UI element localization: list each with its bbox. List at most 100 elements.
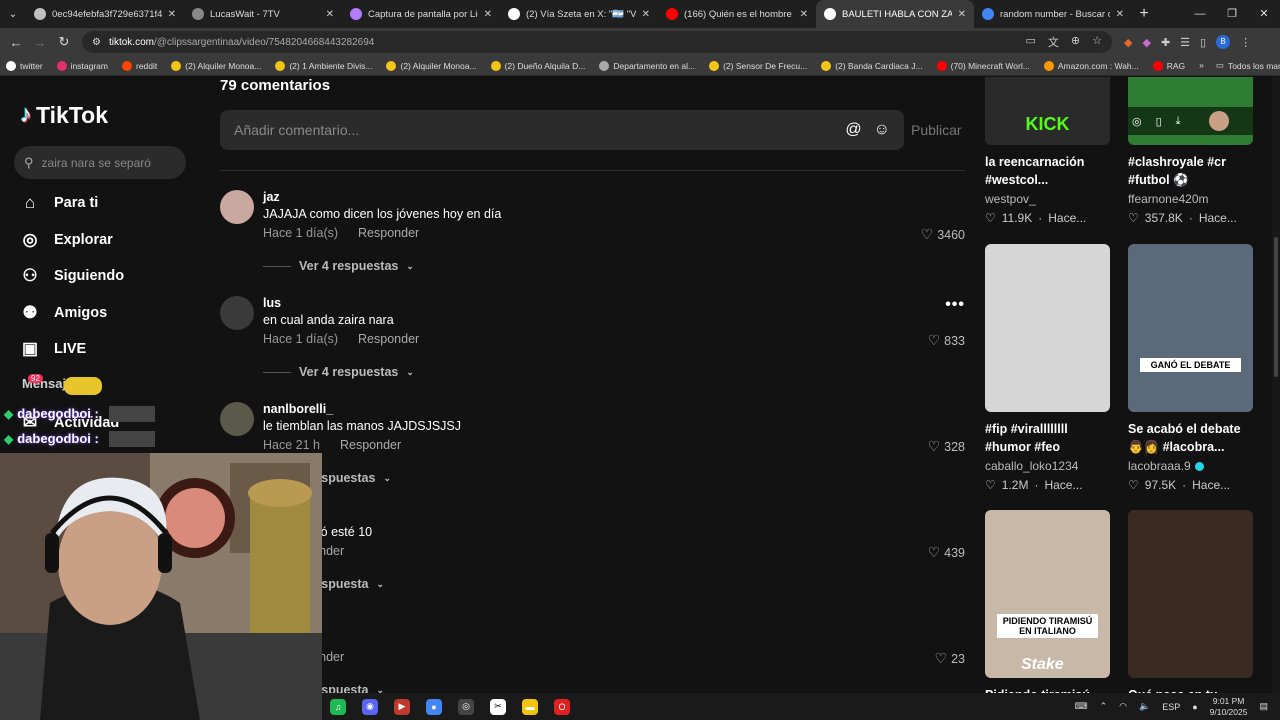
- taskbar-app[interactable]: ◉: [354, 693, 386, 720]
- video-title[interactable]: #clashroyale #cr #futbol ⚽: [1128, 153, 1253, 189]
- avatar[interactable]: [1208, 111, 1229, 131]
- taskbar-app[interactable]: ●: [418, 693, 450, 720]
- video-title[interactable]: #fip #virallllllll #humor #feo: [985, 420, 1110, 456]
- video-card[interactable]: GANÓ EL DEBATE Se acabó el debate 👨‍👩 #l…: [1128, 244, 1253, 492]
- video-card[interactable]: KICK la reencarnación #westcol... westpo…: [985, 77, 1110, 225]
- bookmark-star-icon[interactable]: ☆: [1092, 34, 1102, 50]
- mic-icon[interactable]: ●: [1192, 702, 1197, 712]
- close-tab-icon[interactable]: ✕: [168, 9, 176, 20]
- avatar[interactable]: [220, 402, 254, 436]
- site-info-icon[interactable]: ⚙: [92, 37, 101, 48]
- like-button[interactable]: ♡ 439: [928, 544, 965, 561]
- avatar[interactable]: [220, 190, 254, 224]
- tiktok-logo[interactable]: ♪ TikTok: [20, 101, 108, 129]
- like-button[interactable]: ♡ 833: [928, 332, 965, 349]
- bookmark-item[interactable]: instagram: [56, 60, 108, 71]
- video-thumbnail[interactable]: PIDIENDO TIRAMISÚ EN ITALIANO Stake: [985, 510, 1110, 678]
- comment-input[interactable]: Añadir comentario... @ ☺: [220, 110, 904, 150]
- browser-tab[interactable]: LucasWait - 7TV ✕: [184, 0, 342, 28]
- like-button[interactable]: ♡ 328: [928, 438, 965, 455]
- taskbar-app[interactable]: ✂: [482, 693, 514, 720]
- forward-button[interactable]: →: [28, 35, 52, 50]
- reload-button[interactable]: ↻: [52, 34, 76, 50]
- taskbar-app[interactable]: O: [546, 693, 578, 720]
- video-thumbnail[interactable]: KICK: [985, 77, 1110, 145]
- wifi-icon[interactable]: ◠: [1119, 701, 1127, 712]
- like-button[interactable]: ♡ 23: [935, 650, 965, 667]
- bookmark-item[interactable]: twitter: [6, 60, 43, 71]
- sidebar-item-home[interactable]: ⌂ Para ti: [20, 193, 98, 213]
- translate-icon[interactable]: 文: [1048, 34, 1059, 50]
- extension-color-icon[interactable]: ◆: [1142, 36, 1150, 49]
- sidebar-item-compass[interactable]: ◎ Explorar: [20, 230, 113, 250]
- language-indicator[interactable]: ESP: [1162, 702, 1180, 712]
- reply-button[interactable]: Responder: [358, 332, 419, 346]
- bookmark-item[interactable]: (2) Dueño Alquila D...: [490, 60, 585, 71]
- video-title[interactable]: Se acabó el debate 👨‍👩 #lacobra...: [1128, 420, 1253, 456]
- bookmarks-overflow-button[interactable]: »: [1199, 60, 1204, 71]
- cast-icon[interactable]: ▭: [1026, 34, 1036, 50]
- like-button[interactable]: ♡ 3460: [921, 226, 965, 243]
- video-card[interactable]: PIDIENDO TIRAMISÚ EN ITALIANO Stake Pidie…: [985, 510, 1110, 693]
- download-icon[interactable]: ⤓: [1176, 115, 1181, 128]
- search-input[interactable]: ⚲ zaira nara se separó: [14, 146, 186, 179]
- taskbar-clock[interactable]: 9:01 PM 9/10/2025: [1210, 696, 1248, 718]
- reading-list-icon[interactable]: ☰: [1180, 36, 1190, 49]
- close-window-button[interactable]: ✕: [1248, 0, 1280, 28]
- bookmark-item[interactable]: Amazon.com : Wah...: [1043, 60, 1139, 71]
- browser-tab[interactable]: BAULETI HABLA CON ZAIRA NARA ✕: [816, 0, 974, 28]
- close-tab-icon[interactable]: ✕: [642, 9, 650, 20]
- video-card[interactable]: Qué pasa en tu...: [1128, 510, 1253, 693]
- bookmark-item[interactable]: Departamento en al...: [599, 60, 695, 71]
- sidebar-item-following[interactable]: ⚇ Siguiendo: [20, 266, 124, 286]
- chrome-menu-icon[interactable]: ⋮: [1240, 36, 1251, 49]
- bookmark-item[interactable]: (2) Alquiler Monoa...: [171, 60, 261, 71]
- mention-icon[interactable]: @: [845, 121, 861, 139]
- video-author[interactable]: ffearnone420m: [1128, 192, 1209, 206]
- more-options-icon[interactable]: •••: [945, 296, 965, 314]
- close-tab-icon[interactable]: ✕: [484, 9, 492, 20]
- browser-tab[interactable]: 0ec94efebfa3f729e6371f42a0b ✕: [26, 0, 184, 28]
- browser-tab[interactable]: random number - Buscar con G ✕: [974, 0, 1132, 28]
- close-tab-icon[interactable]: ✕: [958, 9, 966, 20]
- video-card[interactable]: #fip #virallllllll #humor #feo caballo_l…: [985, 244, 1110, 492]
- bookmark-item[interactable]: (70) Minecraft Worl...: [936, 60, 1030, 71]
- tab-search-button[interactable]: ⌄: [0, 9, 26, 20]
- bookmark-item[interactable]: (2) Alquiler Monoa...: [386, 60, 477, 71]
- avatar[interactable]: [220, 296, 254, 330]
- sidebar-item-friends[interactable]: ⚉ Amigos: [20, 303, 107, 323]
- browser-tab[interactable]: Captura de pantalla por Lightshot ✕: [342, 0, 500, 28]
- volume-icon[interactable]: 🔈: [1139, 701, 1150, 712]
- browser-tab[interactable]: (2) Vía Szeta en X: "🇦🇷 "VENGO ✕: [500, 0, 658, 28]
- bookmark-item[interactable]: (2) Banda Cardiaca J...: [821, 60, 923, 71]
- new-tab-button[interactable]: +: [1132, 5, 1156, 23]
- compass-icon[interactable]: ◎: [1132, 115, 1142, 128]
- bookmark-item[interactable]: RAG: [1152, 60, 1185, 71]
- phone-icon[interactable]: ▯: [1156, 115, 1162, 128]
- extensions-puzzle-icon[interactable]: ✚: [1161, 36, 1170, 49]
- bookmark-item[interactable]: (2) Sensor De Frecu...: [709, 60, 807, 71]
- video-card[interactable]: #clashroyale #cr #futbol ⚽ ffearnone420m…: [1128, 77, 1253, 225]
- video-thumbnail[interactable]: GANÓ EL DEBATE: [1128, 244, 1253, 412]
- taskbar-app[interactable]: ▶: [386, 693, 418, 720]
- publish-button[interactable]: Publicar: [911, 122, 962, 138]
- emoji-icon[interactable]: ☺: [874, 121, 890, 139]
- bookmark-item[interactable]: (2) 1 Ambiente Divis...: [275, 60, 372, 71]
- sidepanel-icon[interactable]: ▯: [1200, 36, 1206, 49]
- reply-button[interactable]: Responder: [358, 226, 419, 240]
- zoom-icon[interactable]: ⊕: [1071, 34, 1080, 50]
- video-title[interactable]: la reencarnación #westcol...: [985, 153, 1110, 189]
- video-thumbnail[interactable]: [985, 244, 1110, 412]
- back-button[interactable]: ←: [4, 35, 28, 50]
- minimize-button[interactable]: —: [1184, 0, 1216, 28]
- video-author[interactable]: caballo_loko1234: [985, 459, 1078, 473]
- reply-button[interactable]: Responder: [340, 438, 401, 452]
- video-thumbnail[interactable]: [1128, 510, 1253, 678]
- profile-avatar[interactable]: B: [1216, 35, 1231, 49]
- view-replies-button[interactable]: Ver 4 respuestas ⌄: [263, 259, 414, 273]
- tray-chevron-icon[interactable]: ⌃: [1100, 701, 1108, 712]
- sidebar-item-live[interactable]: ▣ LIVE: [20, 339, 86, 359]
- all-bookmarks-folder[interactable]: ▭Todos los marcadores: [1216, 60, 1280, 71]
- close-tab-icon[interactable]: ✕: [1116, 9, 1124, 20]
- browser-tab[interactable]: (166) Quién es el hombre que ✕: [658, 0, 816, 28]
